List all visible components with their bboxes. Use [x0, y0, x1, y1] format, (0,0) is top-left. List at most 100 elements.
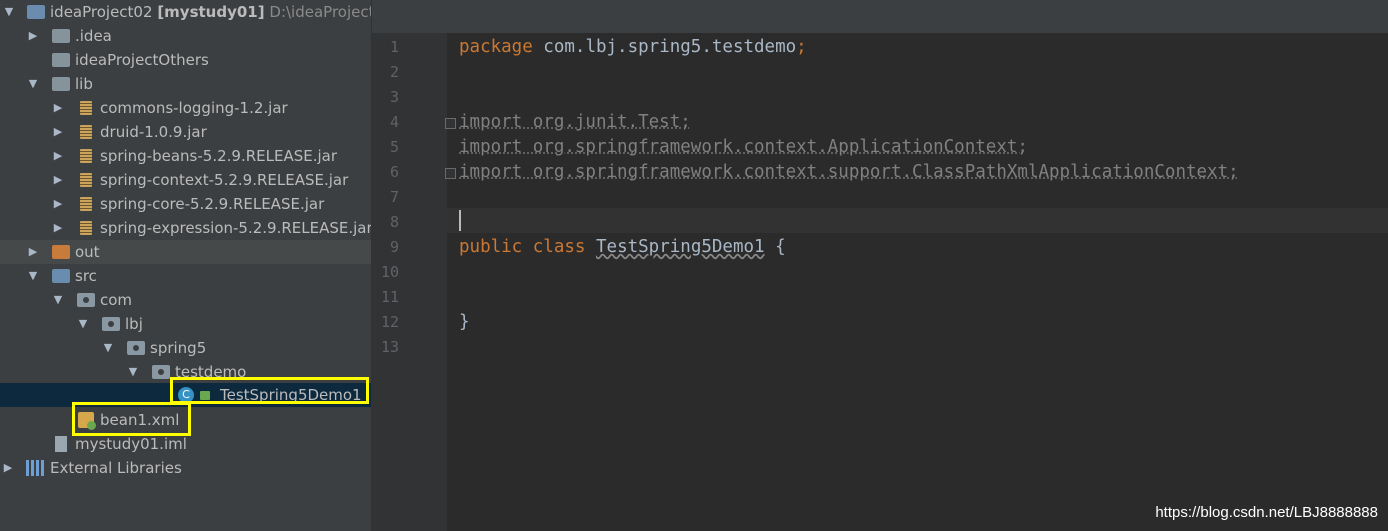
tree-item-idea[interactable]: ▶ .idea [0, 24, 371, 48]
tree-item-com[interactable]: ▼ com [0, 288, 371, 312]
package-icon [152, 365, 170, 379]
open-brace: { [764, 237, 786, 257]
line-number: 10 [380, 263, 399, 281]
tree-item-label: External Libraries [50, 459, 182, 477]
tree-item-jar[interactable]: ▶ spring-expression-5.2.9.RELEASE.jar [0, 216, 371, 240]
expand-arrow-icon[interactable]: ▼ [51, 288, 65, 312]
tree-root-project[interactable]: ▼ ideaProject02 [mystudy01] D:\ideaProje… [0, 0, 371, 24]
tree-item-jar[interactable]: ▶ spring-core-5.2.9.RELEASE.jar [0, 192, 371, 216]
project-name: ideaProject02 [50, 3, 153, 21]
collapsed-arrow-icon[interactable]: ▶ [51, 120, 65, 144]
output-folder-icon [52, 245, 70, 259]
source-folder-icon [52, 269, 70, 283]
line-number: 3 [389, 88, 399, 106]
jar-icon [80, 173, 92, 187]
tree-item-jar[interactable]: ▶ druid-1.0.9.jar [0, 120, 371, 144]
jar-icon [80, 101, 92, 115]
tree-item-testdemo[interactable]: ▼ testdemo [0, 360, 371, 384]
expand-arrow-icon[interactable]: ▼ [26, 264, 40, 288]
package-icon [77, 293, 95, 307]
tree-item-label: spring-beans-5.2.9.RELEASE.jar [100, 147, 338, 165]
editor-tab-bar [372, 0, 1388, 33]
collapsed-arrow-icon[interactable]: ▶ [1, 456, 15, 480]
keyword-class: class [532, 237, 586, 257]
tree-item-label: spring-expression-5.2.9.RELEASE.jar [100, 219, 372, 237]
code-line-class-decl[interactable]: public class TestSpring5Demo1 { [459, 235, 786, 260]
tree-item-src[interactable]: ▼ src [0, 264, 371, 288]
tree-item-label: druid-1.0.9.jar [100, 123, 207, 141]
tree-item-label: spring5 [150, 339, 207, 357]
tree-item-label: out [75, 243, 100, 261]
fold-icon[interactable] [445, 168, 456, 179]
tree-item-jar[interactable]: ▶ commons-logging-1.2.jar [0, 96, 371, 120]
collapsed-arrow-icon[interactable]: ▶ [51, 168, 65, 192]
iml-file-icon [55, 436, 67, 452]
line-number: 6 [389, 163, 399, 181]
collapsed-arrow-icon[interactable]: ▶ [26, 24, 40, 48]
class-name: TestSpring5Demo1 [596, 237, 765, 257]
folder-icon [52, 29, 70, 43]
watermark: https://blog.csdn.net/LBJ8888888 [1155, 504, 1378, 521]
line-number: 13 [380, 338, 399, 356]
jar-icon [80, 197, 92, 211]
code-line-import[interactable]: import org.springframework.context.Appli… [459, 135, 1028, 160]
tree-item-label: src [75, 267, 97, 285]
tree-item-label: spring-core-5.2.9.RELEASE.jar [100, 195, 325, 213]
line-number: 2 [389, 63, 399, 81]
collapsed-arrow-icon[interactable]: ▶ [51, 216, 65, 240]
tree-item-label: ideaProjectOthers [75, 51, 209, 69]
current-line-highlight [447, 208, 1388, 233]
tree-item-out[interactable]: ▶ out [0, 240, 371, 264]
tree-item-external-libraries[interactable]: ▶ External Libraries [0, 456, 371, 480]
folder-icon [52, 53, 70, 67]
code-editor[interactable]: 1 2 3 4 5 6 7 8 9 10 11 12 13 package co… [372, 0, 1388, 531]
tree-item-jar[interactable]: ▶ spring-context-5.2.9.RELEASE.jar [0, 168, 371, 192]
tree-item-label: TestSpring5Demo1 [220, 386, 362, 404]
project-path: D:\ideaProjectT [269, 3, 371, 21]
class-icon: C [178, 387, 194, 403]
code-line-import[interactable]: import org.springframework.context.suppo… [459, 160, 1239, 185]
fold-icon[interactable] [445, 118, 456, 129]
expand-arrow-icon[interactable]: ▼ [126, 360, 140, 384]
expand-arrow-icon[interactable]: ▼ [2, 0, 16, 24]
jar-icon [80, 221, 92, 235]
xml-file-icon [78, 412, 96, 430]
collapsed-arrow-icon[interactable]: ▶ [51, 96, 65, 120]
package-name: com.lbj.spring5.testdemo [532, 37, 797, 57]
tree-item-label: lbj [125, 315, 143, 333]
package-icon [102, 317, 120, 331]
tree-item-label: bean1.xml [100, 411, 180, 429]
expand-arrow-icon[interactable]: ▼ [101, 336, 115, 360]
line-number: 5 [389, 138, 399, 156]
line-number: 1 [389, 38, 399, 56]
collapsed-arrow-icon[interactable]: ▶ [26, 240, 40, 264]
libraries-icon [26, 460, 44, 476]
module-name: [mystudy01] [157, 3, 265, 21]
collapsed-arrow-icon[interactable]: ▶ [51, 144, 65, 168]
code-line-close-brace[interactable]: } [459, 310, 470, 335]
tree-item-idea-project-others[interactable]: ideaProjectOthers [0, 48, 371, 72]
line-number: 9 [389, 238, 399, 256]
expand-arrow-icon[interactable]: ▼ [26, 72, 40, 96]
code-line-package[interactable]: package com.lbj.spring5.testdemo; [459, 35, 807, 60]
tree-item-jar[interactable]: ▶ spring-beans-5.2.9.RELEASE.jar [0, 144, 371, 168]
tree-item-test-class[interactable]: C TestSpring5Demo1 [0, 383, 371, 407]
project-tool-window: ▼ ideaProject02 [mystudy01] D:\ideaProje… [0, 0, 372, 531]
module-folder-icon [27, 5, 45, 19]
expand-arrow-icon[interactable]: ▼ [76, 312, 90, 336]
jar-icon [80, 149, 92, 163]
tree-item-iml[interactable]: mystudy01.iml [0, 432, 371, 456]
semicolon: ; [796, 37, 807, 57]
tree-item-bean-xml[interactable]: bean1.xml [0, 408, 371, 432]
collapsed-arrow-icon[interactable]: ▶ [51, 192, 65, 216]
lock-icon [200, 391, 210, 400]
tree-item-label: .idea [75, 27, 112, 45]
text-caret [459, 210, 461, 231]
code-line-import[interactable]: import org.junit.Test; [459, 110, 691, 135]
line-number: 4 [389, 113, 399, 131]
tree-item-label: com [100, 291, 133, 309]
tree-item-label: lib [75, 75, 93, 93]
tree-item-lib[interactable]: ▼ lib [0, 72, 371, 96]
tree-item-lbj[interactable]: ▼ lbj [0, 312, 371, 336]
tree-item-spring5[interactable]: ▼ spring5 [0, 336, 371, 360]
